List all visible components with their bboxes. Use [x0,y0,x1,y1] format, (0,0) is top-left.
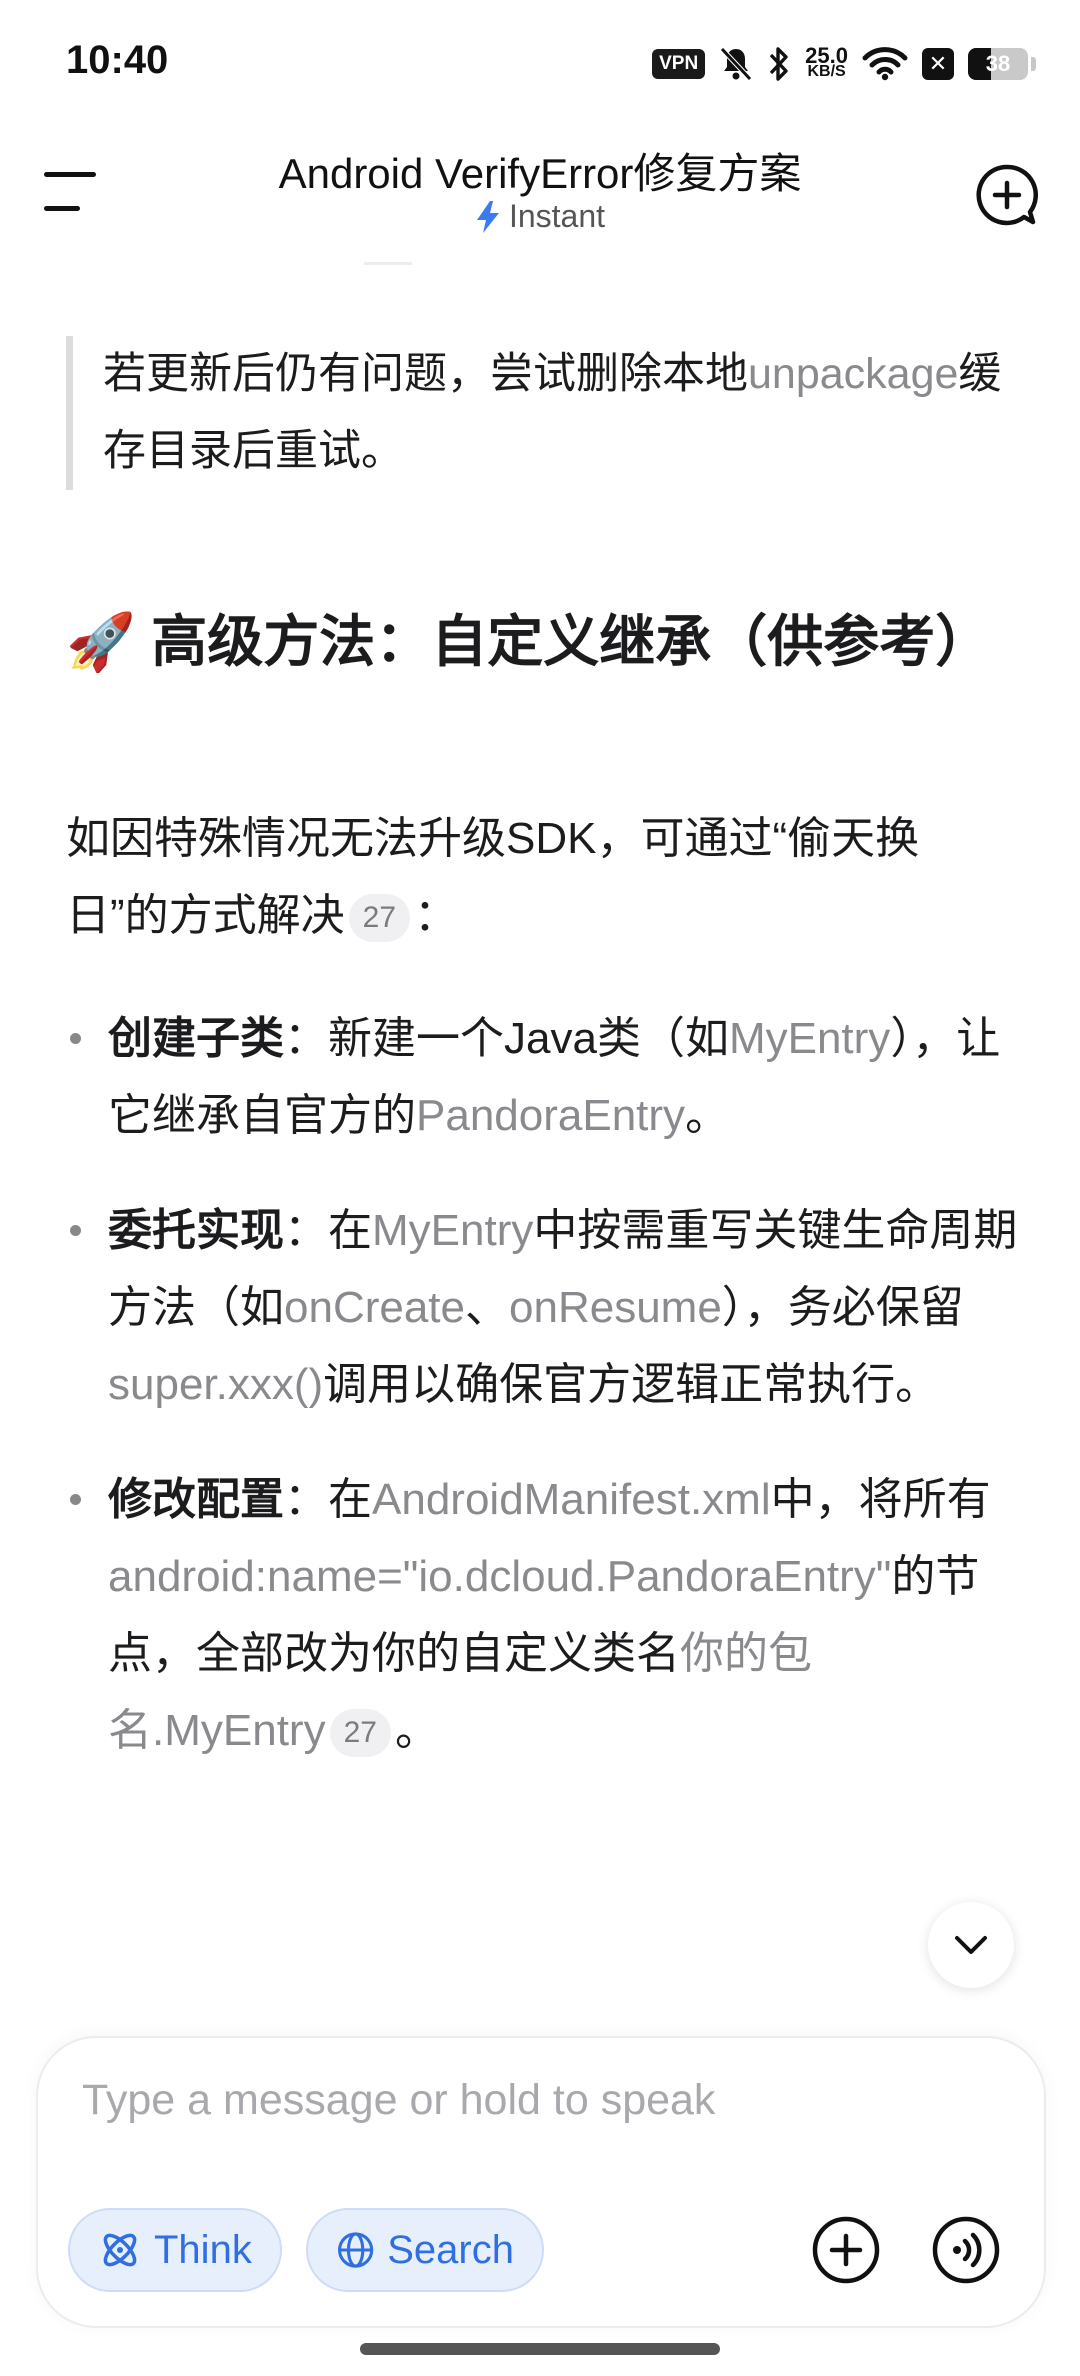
wifi-icon [862,47,908,81]
new-chat-icon[interactable] [974,162,1040,228]
battery-level: 38 [985,51,1011,76]
scroll-to-bottom-button[interactable] [928,1902,1014,1988]
inline-code: onCreate [284,1283,466,1332]
status-time: 10:40 [66,38,169,82]
intro-paragraph: 如因特殊情况无法升级SDK，可通过“偷天换日”的方式解决 27： [66,800,1006,954]
paragraph-text: ： [414,891,459,940]
inline-code: super.xxx() [108,1360,324,1409]
bullet-list: 创建子类：新建一个Java类（如MyEntry），让它继承自官方的Pandora… [66,1000,1026,1807]
lightning-icon [476,200,499,233]
quote-text: 若更新后仍有问题，尝试删除本地 [103,350,748,398]
home-indicator [360,2343,720,2355]
think-label: Think [154,2227,252,2272]
inline-code: android:name="io.dcloud.PandoraEntry" [108,1552,892,1601]
citation-badge[interactable]: 27 [329,1709,391,1758]
message-input[interactable]: Type a message or hold to speak [82,2076,715,2125]
network-speed: 25.0 KB/S [805,43,848,80]
status-icons: VPN 25.0 KB/S ✕ 38 [652,44,1036,84]
battery-icon: 38 [968,48,1028,80]
inline-code: MyEntry [372,1206,534,1255]
inline-code: AndroidManifest.xml [372,1475,771,1524]
atom-icon [103,2233,137,2267]
item-label: 修改配置 [108,1475,284,1524]
blockquote: 若更新后仍有问题，尝试删除本地unpackage缓存目录后重试。 [66,336,1003,490]
message-composer: Type a message or hold to speak Think Se… [36,2036,1046,2328]
add-attachment-button[interactable] [810,2214,882,2286]
search-toggle[interactable]: Search [306,2208,544,2292]
voice-mode-button[interactable] [930,2214,1002,2286]
chevron-down-icon [955,1936,987,1954]
inline-code: MyEntry [728,1014,891,1063]
model-mode[interactable]: Instant [0,198,1080,235]
list-item: 委托实现：在MyEntry中按需重写关键生命周期方法（如onCreate、onR… [66,1192,1026,1423]
heading-text: 高级方法：自定义继承（供参考） [151,610,992,673]
bell-muted-icon [720,47,752,81]
item-label: 委托实现 [108,1206,284,1255]
item-label: 创建子类 [108,1014,284,1063]
inline-code: PandoraEntry [416,1091,686,1140]
inline-code: unpackage [748,350,959,398]
conversation-title[interactable]: Android VerifyError修复方案 [0,140,1080,201]
paragraph-text: 如因特殊情况无法升级SDK，可通过“偷天换日”的方式解决 [66,814,920,940]
chat-header: Android VerifyError修复方案 Instant [0,120,1080,270]
globe-icon [338,2232,374,2268]
inline-code: onResume [509,1283,722,1332]
model-mode-label: Instant [508,198,606,234]
list-item: 修改配置：在AndroidManifest.xml中，将所有android:na… [66,1461,1026,1769]
divider [364,262,412,265]
rocket-icon: 🚀 [66,610,136,673]
bluetooth-icon [769,47,788,81]
app-notification-icon: ✕ [922,48,954,80]
search-label: Search [387,2227,514,2272]
battery-tip [1031,57,1036,71]
status-bar: 10:40 VPN 25.0 KB/S ✕ 38 [0,0,1080,120]
citation-badge[interactable]: 27 [348,894,411,943]
list-item: 创建子类：新建一个Java类（如MyEntry），让它继承自官方的Pandora… [66,1000,1026,1154]
think-toggle[interactable]: Think [68,2208,282,2292]
section-heading: 🚀 高级方法：自定义继承（供参考） [66,600,1006,684]
vpn-icon: VPN [652,49,706,79]
